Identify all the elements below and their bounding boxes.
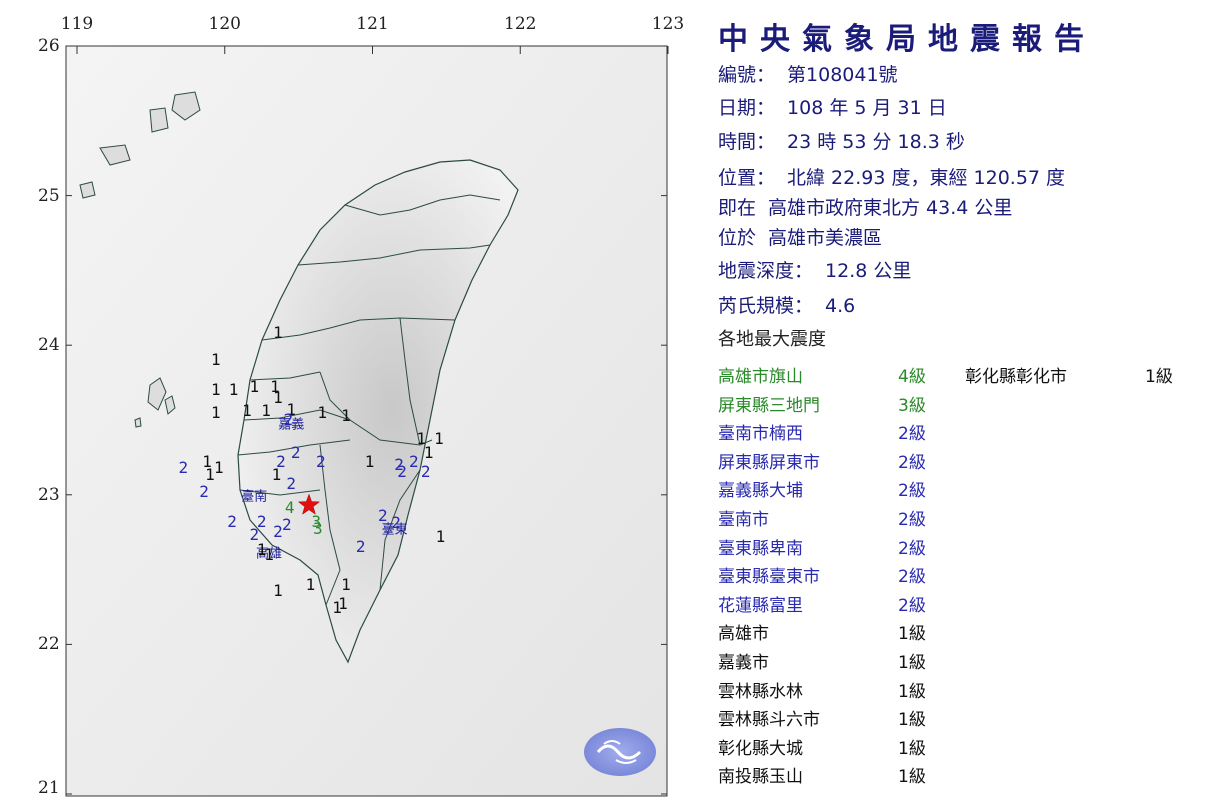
intensity-marker: 2 (409, 451, 419, 471)
latitude-label: 25 (38, 185, 60, 206)
intensity-marker: 2 (315, 451, 326, 471)
intensity-marker: 2 (273, 522, 283, 542)
intensity-marker: 1 (305, 574, 316, 594)
report-date: 日期： 108 年 5 月 31 日 (718, 97, 947, 119)
longitude-label: 119 (60, 14, 94, 34)
intensity-marker: 1 (211, 350, 221, 370)
intensity-location: 屏東縣屏東市 (718, 452, 820, 473)
intensity-level: 3級 (898, 395, 926, 416)
city-label: 臺南 (241, 489, 268, 505)
intensity-level: 2級 (898, 595, 926, 616)
intensity-level: 1級 (898, 681, 926, 702)
intensity-level: 2級 (898, 538, 926, 559)
intensity-marker: 2 (283, 410, 294, 429)
intensity-location: 雲林縣斗六市 (718, 710, 820, 731)
intensity-level: 1級 (898, 624, 926, 645)
report-depth: 地震深度： 12.8 公里 (718, 260, 912, 282)
intensity-location: 臺南市 (718, 510, 769, 530)
intensity-marker: 1 (271, 465, 282, 485)
intensity-location: 臺南市楠西 (718, 424, 803, 445)
latitude-label: 26 (38, 36, 60, 56)
report-number: 編號： 第108041號 (718, 64, 898, 86)
intensity-level: 4級 (898, 367, 926, 387)
intensity-heading: 各地最大震度 (718, 329, 826, 350)
latitude-label: 21 (38, 778, 60, 798)
intensity-marker: 2 (355, 537, 366, 557)
intensity-marker: 2 (290, 442, 301, 462)
report-location: 位置： 北緯 22.93 度，東經 120.57 度 (718, 167, 1066, 189)
report-time: 時間： 23 時 53 分 18.3 秒 (718, 131, 965, 153)
intensity-marker: 2 (420, 462, 431, 482)
intensity-marker: 2 (227, 511, 237, 531)
intensity-marker: 1 (214, 457, 224, 477)
intensity-location: 彰化縣大城 (718, 738, 803, 759)
intensity-marker: 1 (211, 380, 221, 400)
intensity-marker: 1 (341, 574, 351, 594)
longitude-label: 121 (356, 14, 389, 34)
latitude-label: 23 (38, 484, 60, 505)
intensity-location: 高雄市 (718, 624, 769, 645)
taiwan-map (65, 45, 669, 797)
report-title: 中央氣象局地震報告 (718, 22, 1096, 57)
intensity-level: 2級 (898, 424, 926, 445)
intensity-marker: 1 (364, 451, 375, 471)
intensity-marker: 1 (264, 544, 274, 564)
intensity-marker: 3 (313, 519, 323, 539)
intensity-location: 花蓮縣富里 (718, 595, 803, 616)
intensity-location: 屏東縣三地門 (718, 395, 820, 416)
intensity-location: 嘉義縣大埔 (718, 481, 803, 502)
report-relative-location: 即在 高雄市政府東北方 43.4 公里 (718, 197, 1013, 219)
intensity-marker: 1 (249, 377, 260, 397)
report-magnitude: 芮氏規模： 4.6 (718, 295, 856, 317)
intensity-marker: 1 (228, 380, 239, 400)
intensity-marker: 2 (281, 514, 292, 534)
intensity-location: 臺東縣卑南 (718, 538, 803, 559)
intensity-marker: 1 (434, 429, 444, 449)
intensity-location: 南投縣玉山 (718, 767, 803, 788)
intensity-level: 1級 (898, 767, 926, 788)
intensity-level: 2級 (898, 481, 926, 502)
intensity-level: 2級 (898, 452, 926, 473)
intensity-marker: 1 (211, 402, 221, 422)
intensity-location: 彰化縣彰化市 (965, 367, 1067, 387)
intensity-location: 臺東縣臺東市 (718, 567, 820, 588)
intensity-location: 嘉義市 (718, 653, 769, 673)
intensity-marker: 1 (242, 401, 252, 421)
report-district: 位於 高雄市美濃區 (718, 227, 883, 249)
intensity-marker: 1 (273, 580, 283, 600)
intensity-marker: 2 (178, 457, 189, 477)
intensity-marker: 1 (435, 526, 446, 546)
intensity-marker: 1 (341, 405, 351, 425)
intensity-marker: 2 (391, 513, 401, 533)
intensity-level: 2級 (898, 510, 926, 530)
intensity-marker: 2 (199, 481, 209, 501)
intensity-level: 1級 (898, 738, 926, 759)
intensity-marker: 1 (261, 401, 271, 421)
intensity-marker: 1 (332, 598, 342, 618)
longitude-label: 120 (208, 14, 241, 34)
intensity-marker: 2 (397, 462, 407, 482)
intensity-marker: 1 (317, 402, 328, 422)
intensity-marker: 2 (286, 474, 297, 494)
intensity-level: 1級 (898, 653, 926, 673)
intensity-marker: 1 (423, 442, 434, 462)
intensity-level: 1級 (898, 710, 926, 731)
cwb-seal (584, 728, 656, 776)
longitude-label: 123 (651, 14, 685, 34)
intensity-marker: 1 (273, 387, 283, 407)
intensity-level: 2級 (898, 567, 926, 588)
intensity-level: 1級 (1145, 367, 1173, 387)
latitude-label: 22 (38, 634, 60, 655)
earthquake-report: 中央氣象局地震報告 編號： 第108041號 日期： 108 年 5 月 31 日 … (718, 0, 1198, 798)
map-panel: 119 120 121 122 123 26 25 24 23 22 21 嘉義 臺南 高雄 臺東 11… (0, 0, 700, 798)
intensity-location: 高雄市旗山 (718, 367, 803, 387)
longitude-label: 122 (504, 14, 537, 34)
intensity-location: 雲林縣水林 (718, 681, 803, 702)
latitude-label: 24 (38, 335, 60, 356)
intensity-marker: 1 (273, 323, 283, 343)
intensity-marker: 2 (378, 505, 388, 525)
